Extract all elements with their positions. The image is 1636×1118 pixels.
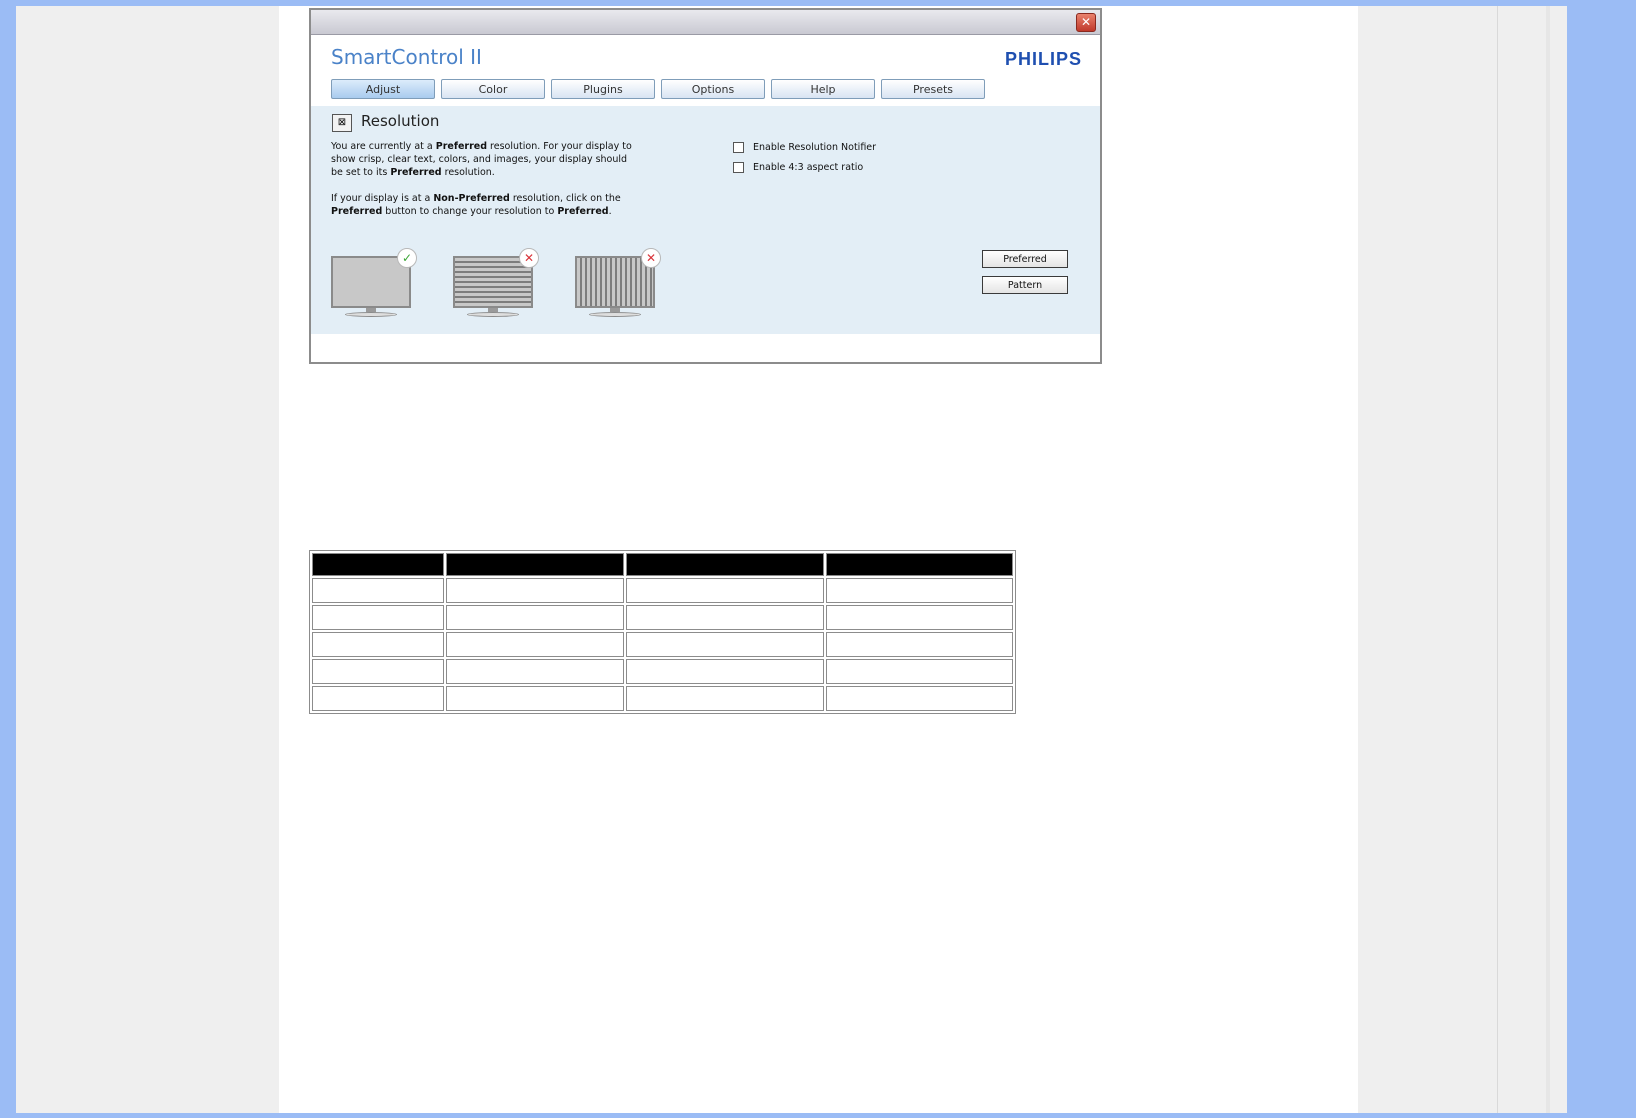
monitor-base <box>467 312 519 317</box>
description-paragraph-2: If your display is at a Non-Preferred re… <box>331 193 621 217</box>
monitor-base <box>345 312 397 317</box>
data-table <box>309 550 1016 714</box>
table-cell <box>626 659 824 684</box>
checkbox-box <box>733 162 744 173</box>
table-cell <box>446 632 624 657</box>
description-paragraph-1: You are currently at a Preferred resolut… <box>331 141 632 178</box>
vertical-lines-monitor-icon: ✕ <box>575 248 665 328</box>
window-titlebar: ✕ <box>311 10 1100 35</box>
resolution-notifier-checkbox: Enable Resolution Notifier <box>733 142 876 153</box>
x-icon: ✕ <box>519 248 539 268</box>
preferred-monitor-icon: ✓ <box>331 248 421 328</box>
tab-plugins: Plugins <box>551 79 655 99</box>
resolution-description: You are currently at a Preferred resolut… <box>331 140 641 231</box>
table-cell <box>626 578 824 603</box>
table-cell <box>446 578 624 603</box>
left-gutter <box>16 6 279 1113</box>
monitor-base <box>589 312 641 317</box>
table-header-cell <box>626 553 824 576</box>
right-strip <box>1498 6 1567 1113</box>
table-row <box>312 632 1013 657</box>
table-row <box>312 686 1013 711</box>
table-cell <box>312 605 444 630</box>
table-cell <box>446 605 624 630</box>
preferred-button: Preferred <box>982 250 1068 268</box>
aspect-ratio-checkbox: Enable 4:3 aspect ratio <box>733 162 863 173</box>
table-cell <box>826 686 1013 711</box>
table-cell <box>312 632 444 657</box>
table-cell <box>312 659 444 684</box>
table-row <box>312 605 1013 630</box>
checkbox-label: Enable 4:3 aspect ratio <box>753 162 864 173</box>
table-cell <box>826 605 1013 630</box>
checkbox-box <box>733 142 744 153</box>
table-header-cell <box>312 553 444 576</box>
table-header-cell <box>446 553 624 576</box>
smartcontrol-window-image: ✕ SmartControl II PHILIPS Adjust Color P… <box>309 8 1102 364</box>
table-cell <box>446 686 624 711</box>
table-cell <box>626 686 824 711</box>
section-title: Resolution <box>361 112 440 130</box>
table-cell <box>826 632 1013 657</box>
table-row <box>312 578 1013 603</box>
close-icon: ✕ <box>1076 13 1096 32</box>
pattern-button: Pattern <box>982 276 1068 294</box>
table-cell <box>626 632 824 657</box>
tab-color: Color <box>441 79 545 99</box>
tab-bar: Adjust Color Plugins Options Help Preset… <box>331 79 985 99</box>
table-cell <box>312 686 444 711</box>
tab-adjust: Adjust <box>331 79 435 99</box>
table-header-row <box>312 553 1013 576</box>
table-cell <box>626 605 824 630</box>
tab-options: Options <box>661 79 765 99</box>
horizontal-lines-monitor-icon: ✕ <box>453 248 543 328</box>
table-cell <box>826 659 1013 684</box>
x-icon: ✕ <box>641 248 661 268</box>
app-title: SmartControl II <box>331 45 482 69</box>
philips-logo: PHILIPS <box>1004 49 1082 69</box>
table-cell <box>826 578 1013 603</box>
table-row <box>312 659 1013 684</box>
checkbox-label: Enable Resolution Notifier <box>753 142 877 153</box>
table-header-cell <box>826 553 1013 576</box>
resolution-icon: ⊠ <box>332 114 352 132</box>
table-cell <box>312 578 444 603</box>
right-strip-line <box>1546 6 1550 1113</box>
table-cell <box>446 659 624 684</box>
tab-presets: Presets <box>881 79 985 99</box>
window-header: SmartControl II PHILIPS Adjust Color Plu… <box>311 35 1100 109</box>
tab-help: Help <box>771 79 875 99</box>
resolution-panel: ⊠ Resolution You are currently at a Pref… <box>311 106 1100 334</box>
right-gutter <box>1358 6 1498 1113</box>
check-icon: ✓ <box>397 248 417 268</box>
